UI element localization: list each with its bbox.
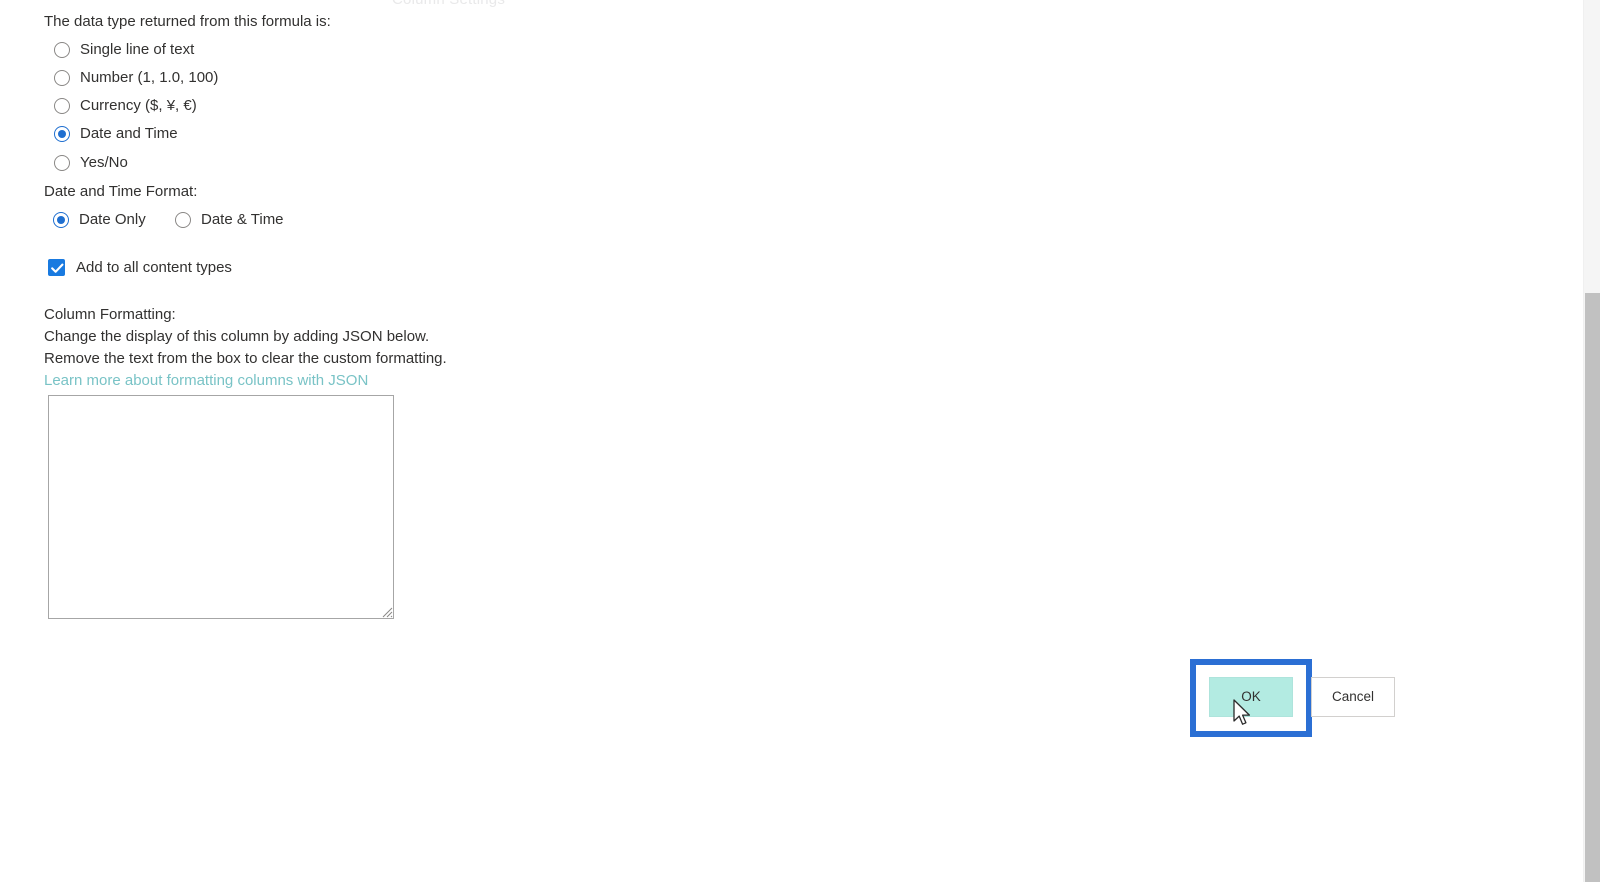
cancel-button[interactable]: Cancel: [1311, 677, 1395, 717]
checkbox-add-to-all-content-types[interactable]: Add to all content types: [48, 256, 232, 278]
clipped-top-text: Column Settings: [392, 0, 505, 8]
radio-icon-checked: [54, 126, 70, 142]
radio-label: Number (1, 1.0, 100): [80, 69, 219, 86]
radio-icon-unchecked: [54, 42, 70, 58]
radio-label: Yes/No: [80, 154, 128, 171]
radio-icon-unchecked: [175, 212, 191, 228]
radio-yes-no[interactable]: Yes/No: [54, 152, 128, 174]
column-formatting-description-line-2: Remove the text from the box to clear th…: [44, 350, 447, 367]
radio-icon-unchecked: [54, 155, 70, 171]
ok-button[interactable]: OK: [1209, 677, 1293, 717]
learn-more-json-link[interactable]: Learn more about formatting columns with…: [44, 370, 368, 392]
checkbox-label: Add to all content types: [76, 258, 232, 276]
radio-label: Date Only: [79, 211, 146, 228]
radio-date-only[interactable]: Date Only: [53, 209, 146, 231]
scrollbar-thumb[interactable]: [1585, 293, 1600, 882]
radio-label: Currency ($, ¥, €): [80, 97, 197, 114]
radio-icon-unchecked: [54, 98, 70, 114]
column-formatting-heading: Column Formatting:: [44, 306, 176, 323]
radio-label: Date and Time: [80, 125, 178, 142]
data-type-prompt: The data type returned from this formula…: [44, 13, 331, 30]
radio-date-and-time-format[interactable]: Date & Time: [175, 209, 284, 231]
radio-label: Single line of text: [80, 41, 195, 58]
column-settings-panel: Column Settings The data type returned f…: [0, 0, 1560, 882]
date-format-label: Date and Time Format:: [44, 183, 198, 200]
radio-currency[interactable]: Currency ($, ¥, €): [54, 95, 197, 117]
checkmark-icon: [48, 258, 65, 276]
radio-single-line-of-text[interactable]: Single line of text: [54, 39, 194, 61]
column-formatting-description-line-1: Change the display of this column by add…: [44, 328, 430, 345]
radio-label: Date & Time: [201, 211, 284, 228]
radio-icon-unchecked: [54, 70, 70, 86]
radio-icon-checked: [53, 212, 69, 228]
json-formatting-textarea[interactable]: [48, 395, 394, 619]
radio-number[interactable]: Number (1, 1.0, 100): [54, 67, 218, 89]
radio-date-and-time[interactable]: Date and Time: [54, 123, 178, 145]
vertical-scrollbar[interactable]: [1583, 0, 1600, 882]
